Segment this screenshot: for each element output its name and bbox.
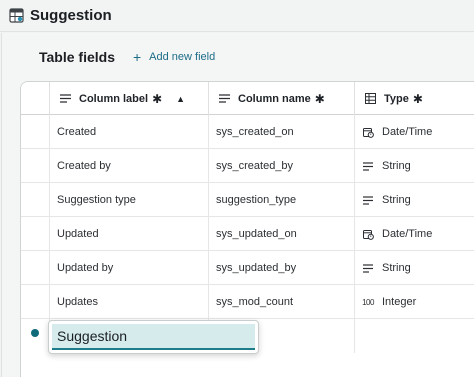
cell-type[interactable]: Date/Time	[354, 115, 474, 149]
cell-column-name[interactable]: sys_updated_on	[208, 217, 354, 251]
table-grid-icon	[365, 93, 376, 104]
section-title: Table fields	[39, 49, 115, 65]
number-icon: 100	[362, 297, 374, 307]
type-label: Date/Time	[382, 126, 433, 138]
add-new-field-button[interactable]: + Add new field	[133, 50, 215, 64]
column-header-name[interactable]: Column name ✱	[208, 82, 354, 115]
text-lines-icon	[60, 94, 71, 103]
cell-column-name[interactable]: sys_mod_count	[208, 285, 354, 319]
cell-column-label[interactable]: Created	[49, 115, 208, 149]
calendar-clock-icon	[362, 127, 374, 138]
page-title: Suggestion	[30, 7, 112, 24]
cell-type[interactable]: String	[354, 149, 474, 183]
column-header-text: Column label	[79, 92, 149, 105]
type-label: String	[382, 194, 411, 206]
plus-icon: +	[132, 49, 142, 65]
type-label: Integer	[382, 296, 417, 308]
cell-column-name[interactable]: sys_updated_by	[208, 251, 354, 285]
text-lines-icon	[362, 161, 374, 171]
new-row-indicator-icon	[31, 329, 39, 337]
cell-editor-popup	[48, 320, 259, 354]
section-header: Table fields + Add new field	[39, 49, 215, 65]
required-icon: ✱	[152, 91, 163, 106]
required-icon: ✱	[314, 91, 325, 106]
required-icon: ✱	[412, 91, 423, 106]
table-row[interactable]: Updated sys_updated_on Date/Time	[21, 217, 474, 251]
add-new-field-label: Add new field	[149, 51, 216, 63]
column-header-type[interactable]: Type ✱	[354, 82, 474, 115]
window-header: Suggestion	[0, 0, 474, 32]
table-row[interactable]: Created sys_created_on Date/Time	[21, 115, 474, 149]
text-lines-icon	[362, 195, 374, 205]
table-row[interactable]: Suggestion type suggestion_type String	[21, 183, 474, 217]
column-header-text: Column name	[238, 92, 311, 105]
table-row[interactable]: Updates sys_mod_count 100 Integer	[21, 285, 474, 319]
table-row[interactable]: Created by sys_created_by String	[21, 149, 474, 183]
cell-type[interactable]: Date/Time	[354, 217, 474, 251]
column-header-label[interactable]: Column label ✱ ▲	[49, 82, 208, 115]
cell-type[interactable]: String	[354, 251, 474, 285]
cell-type[interactable]: 100 Integer	[354, 285, 474, 319]
table-row[interactable]: Updated by sys_updated_by String	[21, 251, 474, 285]
table-header: Column label ✱ ▲ Column name ✱ Type ✱	[21, 82, 474, 115]
cell-column-name[interactable]: sys_created_by	[208, 149, 354, 183]
cell-column-name[interactable]: suggestion_type	[208, 183, 354, 217]
divider	[1, 33, 2, 377]
cell-column-label[interactable]: Updated by	[49, 251, 208, 285]
text-lines-icon	[362, 263, 374, 273]
type-label: String	[382, 160, 411, 172]
type-label: String	[382, 262, 411, 274]
cell-column-name[interactable]: sys_created_on	[208, 115, 354, 149]
cell-type[interactable]: String	[354, 183, 474, 217]
type-label: Date/Time	[382, 228, 433, 240]
cell-type[interactable]	[354, 319, 474, 353]
cell-column-label[interactable]: Updated	[49, 217, 208, 251]
table-icon	[9, 8, 24, 23]
text-lines-icon	[219, 94, 230, 103]
sort-ascending-icon[interactable]: ▲	[176, 94, 185, 104]
calendar-clock-icon	[362, 229, 374, 240]
column-label-input[interactable]	[52, 324, 255, 350]
cell-column-label[interactable]: Created by	[49, 149, 208, 183]
column-header-text: Type	[384, 92, 409, 105]
cell-column-label[interactable]: Suggestion type	[49, 183, 208, 217]
cell-column-label[interactable]: Updates	[49, 285, 208, 319]
